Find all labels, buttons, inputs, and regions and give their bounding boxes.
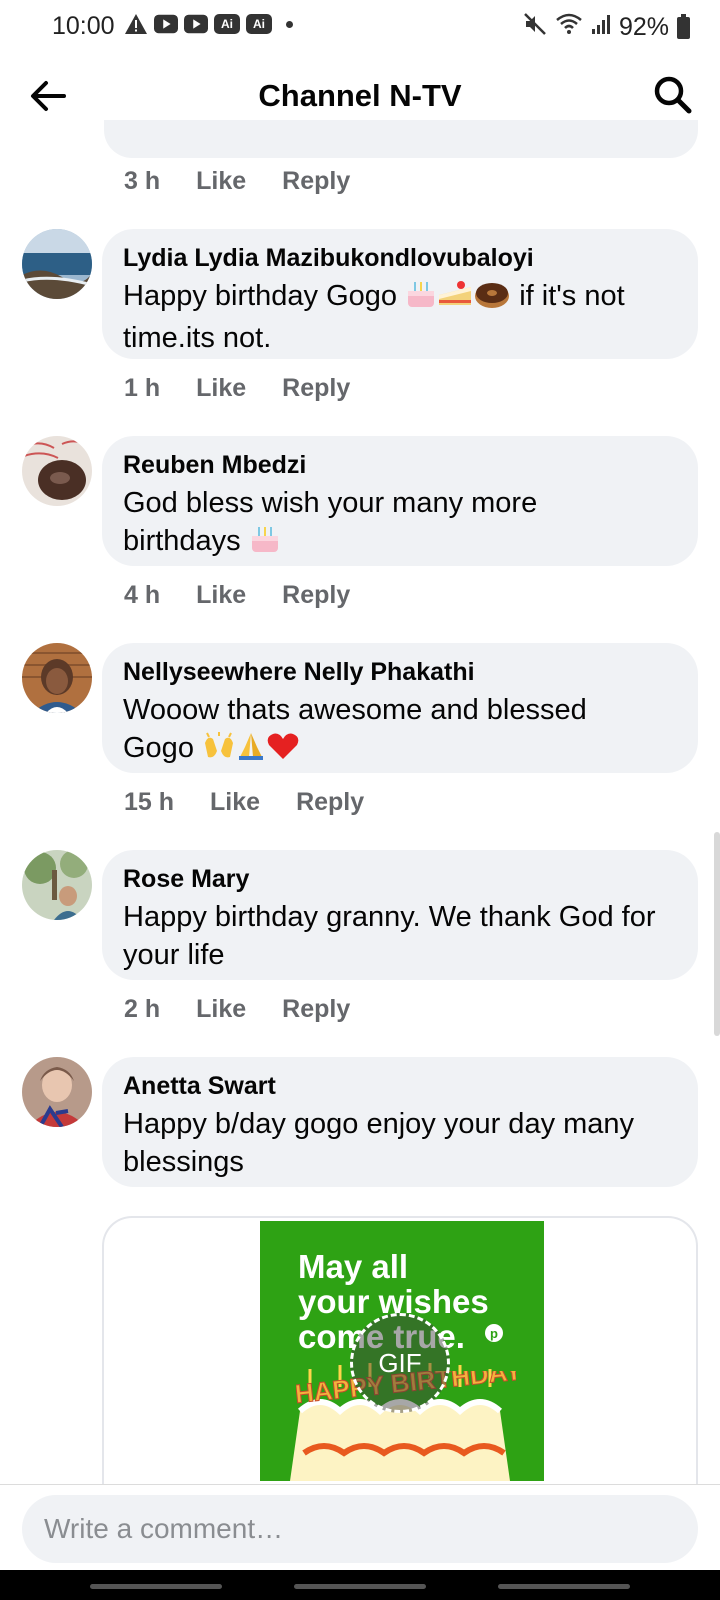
battery-level: 92% (618, 13, 669, 41)
raising-hands-emoji (202, 731, 236, 771)
comment-time: 15 h (124, 788, 175, 816)
comment-time: 1 h (124, 374, 161, 402)
more-notifications-dot (286, 20, 293, 28)
doughnut-emoji (473, 279, 511, 319)
comment-time: 4 h (124, 581, 161, 609)
warning-icon (124, 14, 148, 34)
birthday-gif[interactable]: May all your wishes come true. p HAPPY B… (260, 1221, 544, 1481)
svg-text:p: p (490, 1326, 498, 1341)
comment-text: Wooow thats awesome and blessed Gogo (123, 691, 678, 771)
avatar[interactable] (22, 229, 92, 299)
scrollbar[interactable] (714, 832, 720, 1036)
system-icons: 92% (523, 12, 690, 43)
status-bar: 10:00 Ai Ai 92% (0, 0, 720, 56)
comment-actions: 3 h Like Reply (124, 167, 350, 196)
youtube-icon (184, 14, 208, 34)
nav-back-handle[interactable] (498, 1584, 630, 1589)
comment-author[interactable]: Nellyseewhere Nelly Phakathi (123, 657, 678, 687)
search-icon[interactable] (652, 74, 694, 116)
comment-bubble[interactable]: Anetta Swart Happy b/day gogo enjoy your… (102, 1057, 698, 1187)
nav-recents-handle[interactable] (90, 1584, 222, 1589)
comment-time: 3 h (124, 167, 161, 195)
wifi-icon (555, 12, 583, 43)
comment-bubble[interactable]: Nellyseewhere Nelly Phakathi Wooow thats… (102, 643, 698, 773)
gif-attachment[interactable]: May all your wishes come true. p HAPPY B… (102, 1216, 698, 1496)
birthday-cake-emoji (249, 524, 281, 564)
like-button[interactable]: Like (196, 995, 246, 1024)
avatar[interactable] (22, 1057, 92, 1127)
gif-play-badge[interactable]: GIF (350, 1313, 450, 1413)
red-heart-emoji (266, 731, 300, 771)
avatar[interactable] (22, 850, 92, 920)
reply-button[interactable]: Reply (282, 581, 350, 610)
comment-actions: 4 h Like Reply (124, 581, 350, 610)
ai-app-icon: Ai (214, 14, 240, 34)
youtube-icon (154, 14, 178, 34)
like-button[interactable]: Like (196, 167, 246, 196)
comment-author[interactable]: Reuben Mbedzi (123, 450, 678, 480)
comment-actions: 2 h Like Reply (124, 995, 350, 1024)
mute-icon (523, 12, 547, 43)
notification-icons: Ai Ai (124, 14, 293, 34)
reply-button[interactable]: Reply (282, 374, 350, 403)
comment-bubble[interactable]: Rose Mary Happy birthday granny. We than… (102, 850, 698, 980)
avatar[interactable] (22, 643, 92, 713)
comment-composer (0, 1484, 720, 1570)
like-button[interactable]: Like (196, 374, 246, 403)
comment-author[interactable]: Rose Mary (123, 864, 678, 894)
comment-text: God bless wish your many more birthdays (123, 484, 678, 564)
comment-actions: 1 h Like Reply (124, 374, 350, 403)
comment-author[interactable]: Lydia Lydia Mazibukondlovubaloyi (123, 243, 678, 273)
avatar[interactable] (22, 436, 92, 506)
battery-icon (677, 13, 690, 39)
reply-button[interactable]: Reply (282, 167, 350, 196)
comment-text: Happy b/day gogo enjoy your day many ble… (123, 1108, 635, 1178)
ai-app-icon: Ai (246, 14, 272, 34)
comment-text: Happy birthday Gogo if it's not time.its… (123, 279, 625, 354)
nav-home-handle[interactable] (294, 1584, 426, 1589)
system-navigation-bar (0, 1570, 720, 1600)
status-time: 10:00 (52, 12, 115, 40)
comment-input[interactable] (22, 1495, 698, 1563)
page-title: Channel N-TV (258, 78, 462, 113)
previous-comment-bubble (104, 120, 698, 158)
comment-time: 2 h (124, 995, 161, 1023)
comment-actions: 15 h Like Reply (124, 788, 364, 817)
comment-text: Happy birthday granny. We thank God for … (123, 901, 656, 971)
shortcake-emoji (437, 279, 473, 319)
comment-bubble[interactable]: Lydia Lydia Mazibukondlovubaloyi Happy b… (102, 229, 698, 359)
like-button[interactable]: Like (210, 788, 260, 817)
comment-bubble[interactable]: Reuben Mbedzi God bless wish your many m… (102, 436, 698, 566)
signal-icon (591, 13, 611, 42)
folded-hands-emoji (236, 731, 266, 771)
reply-button[interactable]: Reply (296, 788, 364, 817)
like-button[interactable]: Like (196, 581, 246, 610)
comment-author[interactable]: Anetta Swart (123, 1071, 678, 1101)
reply-button[interactable]: Reply (282, 995, 350, 1024)
birthday-cake-emoji (405, 279, 437, 319)
